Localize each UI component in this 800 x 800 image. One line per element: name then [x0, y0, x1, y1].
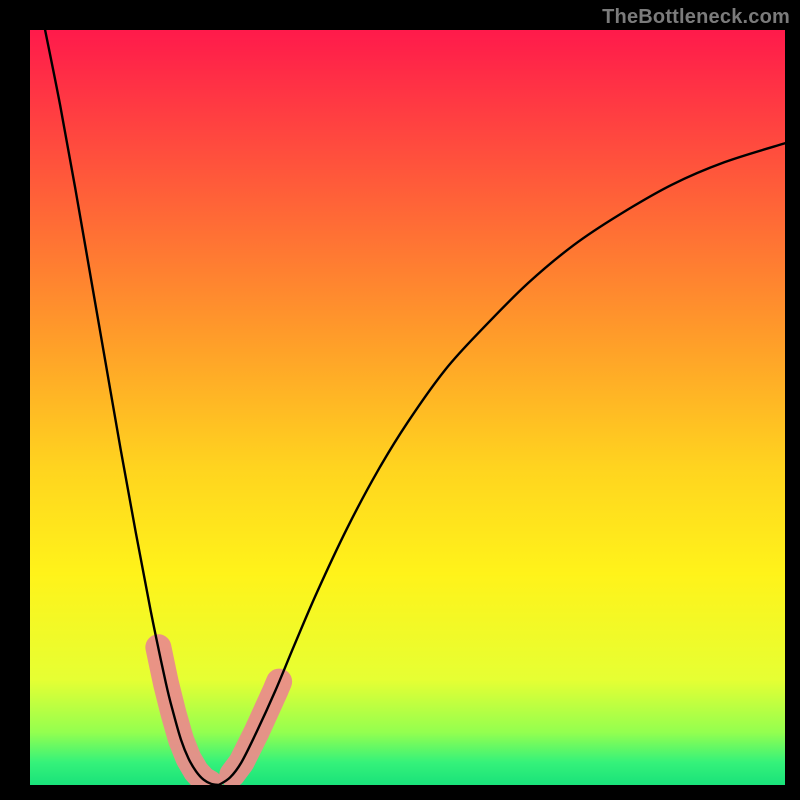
gradient-background — [30, 30, 785, 785]
chart-frame: TheBottleneck.com — [0, 0, 800, 800]
watermark-text: TheBottleneck.com — [602, 6, 790, 29]
chart-plot-area — [30, 30, 785, 785]
chart-svg — [30, 30, 785, 785]
